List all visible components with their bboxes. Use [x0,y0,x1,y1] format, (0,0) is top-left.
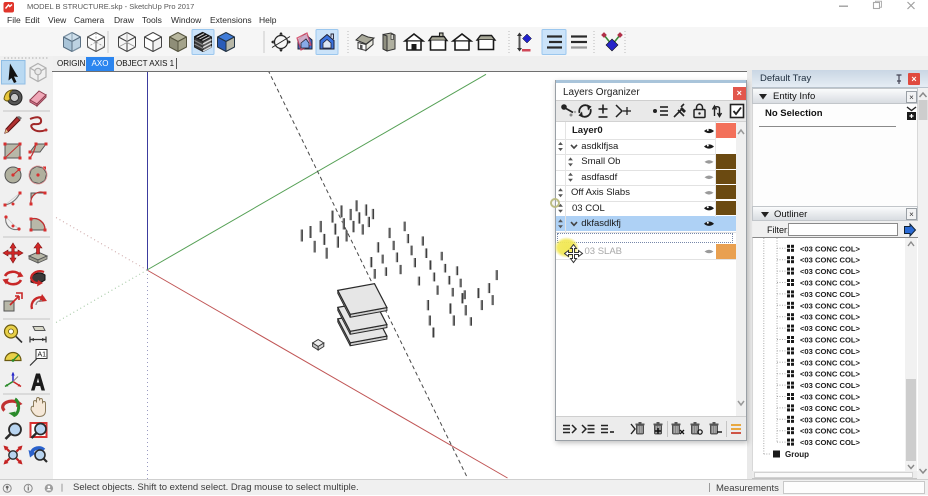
svg-text:<03 CONC COL>: <03 CONC COL> [800,256,860,265]
svg-text:<03 CONC COL>: <03 CONC COL> [800,279,860,288]
svg-text:<03 CONC COL>: <03 CONC COL> [800,415,860,424]
svg-text:<03 CONC COL>: <03 CONC COL> [800,290,860,299]
svg-text:<03 CONC COL>: <03 CONC COL> [800,358,860,367]
svg-text:<03 CONC COL>: <03 CONC COL> [800,336,860,345]
svg-text:<03 CONC COL>: <03 CONC COL> [800,301,860,310]
svg-text:<03 CONC COL>: <03 CONC COL> [800,393,860,402]
svg-text:<03 CONC COL>: <03 CONC COL> [800,267,860,276]
svg-text:<03 CONC COL>: <03 CONC COL> [800,244,860,253]
svg-text:<03 CONC COL>: <03 CONC COL> [800,370,860,379]
svg-text:<03 CONC COL>: <03 CONC COL> [800,438,860,447]
svg-text:<03 CONC COL>: <03 CONC COL> [800,347,860,356]
svg-text:<03 CONC COL>: <03 CONC COL> [800,381,860,390]
svg-text:<03 CONC COL>: <03 CONC COL> [800,324,860,333]
svg-text:A1: A1 [38,352,47,359]
svg-text:<03 CONC COL>: <03 CONC COL> [800,313,860,322]
svg-text:<03 CONC COL>: <03 CONC COL> [800,404,860,413]
svg-text:Group: Group [785,450,809,459]
svg-text:<03 CONC COL>: <03 CONC COL> [800,427,860,436]
